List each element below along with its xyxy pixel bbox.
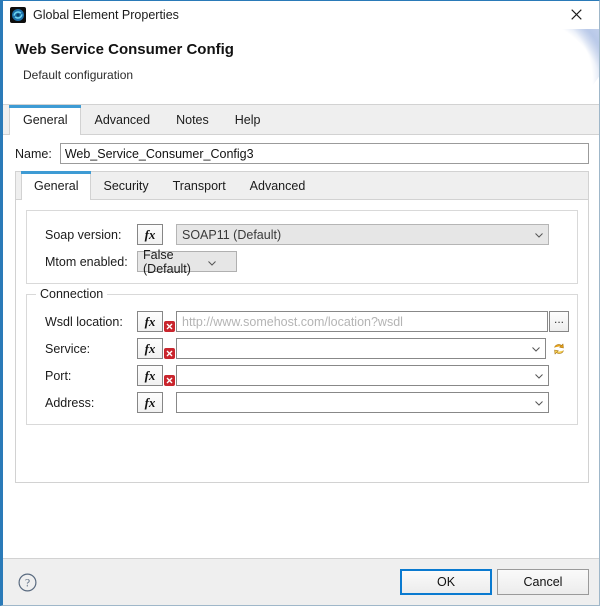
outer-tab-bar: General Advanced Notes Help [3, 105, 599, 135]
inner-tab-security-label: Security [103, 179, 148, 193]
wsdl-location-row: Wsdl location: fx ... [35, 308, 569, 335]
inner-tab-bar: General Security Transport Advanced [15, 171, 589, 199]
tab-general-label: General [23, 113, 67, 127]
name-input[interactable] [60, 143, 589, 164]
tab-general[interactable]: General [9, 105, 81, 135]
chevron-down-icon [208, 255, 216, 269]
service-row: Service: fx [35, 335, 569, 362]
service-fx-button[interactable]: fx [137, 338, 163, 359]
title-bar: Global Element Properties [3, 1, 599, 29]
tab-help[interactable]: Help [222, 105, 274, 134]
address-error-slot [163, 392, 176, 413]
error-icon [164, 375, 175, 386]
soap-version-label: Soap version: [35, 228, 137, 242]
svg-text:?: ? [25, 577, 30, 589]
connection-group-title: Connection [36, 287, 107, 301]
chevron-down-icon [535, 233, 542, 237]
app-icon [10, 7, 26, 23]
port-fx-button[interactable]: fx [137, 365, 163, 386]
service-label: Service: [35, 342, 137, 356]
inner-tab-general[interactable]: General [21, 172, 91, 200]
soap-version-value: SOAP11 (Default) [182, 228, 281, 242]
inner-tab-advanced-label: Advanced [250, 179, 306, 193]
error-icon [164, 321, 175, 332]
wsdl-location-label: Wsdl location: [35, 315, 137, 329]
inner-tab-transport-label: Transport [173, 179, 226, 193]
dialog-header: Web Service Consumer Config Default conf… [3, 29, 599, 105]
address-combo[interactable] [176, 392, 549, 413]
port-label: Port: [35, 369, 137, 383]
inner-tab-advanced[interactable]: Advanced [238, 172, 318, 199]
inner-tab-area: General Security Transport Advanced Soap… [15, 171, 589, 483]
name-row: Name: [3, 135, 599, 171]
soap-version-combo[interactable]: SOAP11 (Default) [176, 224, 549, 245]
mtom-enabled-combo[interactable]: False (Default) [137, 251, 237, 272]
error-icon [164, 348, 175, 359]
chevron-down-icon [535, 374, 542, 378]
address-row: Address: fx [35, 389, 569, 416]
cancel-button[interactable]: Cancel [497, 569, 589, 595]
inner-tab-transport[interactable]: Transport [161, 172, 238, 199]
name-label: Name: [15, 147, 52, 161]
page-title: Web Service Consumer Config [15, 41, 234, 58]
tab-notes-label: Notes [176, 113, 209, 127]
wsdl-location-input[interactable] [176, 311, 548, 332]
service-error-slot [163, 338, 176, 359]
global-element-properties-dialog: Global Element Properties Web Service Co… [0, 0, 600, 606]
help-icon[interactable]: ? [17, 572, 38, 593]
tab-notes[interactable]: Notes [163, 105, 222, 134]
address-fx-button[interactable]: fx [137, 392, 163, 413]
ok-button[interactable]: OK [400, 569, 492, 595]
inner-tab-security[interactable]: Security [91, 172, 160, 199]
service-refresh-icon[interactable] [549, 338, 569, 359]
soap-version-row: Soap version: fx SOAP11 (Default) [35, 221, 569, 248]
port-row: Port: fx [35, 362, 569, 389]
tab-advanced[interactable]: Advanced [81, 105, 163, 134]
address-label: Address: [35, 396, 137, 410]
soap-settings-group: Soap version: fx SOAP11 (Default) Mtom e… [26, 210, 578, 284]
page-subtitle: Default configuration [23, 68, 133, 82]
footer-buttons: OK Cancel [400, 569, 589, 595]
inner-tab-general-label: General [34, 179, 78, 193]
tab-help-label: Help [235, 113, 261, 127]
dialog-body: Name: General Security Transport Advance… [3, 135, 599, 574]
window-title: Global Element Properties [33, 8, 179, 22]
general-tab-panel: Soap version: fx SOAP11 (Default) Mtom e… [15, 199, 589, 483]
service-combo[interactable] [176, 338, 546, 359]
wsdl-location-fx-button[interactable]: fx [137, 311, 163, 332]
wsdl-location-browse-button[interactable]: ... [549, 311, 569, 332]
chevron-down-icon [535, 401, 542, 405]
chevron-down-icon [532, 347, 539, 351]
close-icon[interactable] [554, 1, 599, 27]
connection-group: Connection Wsdl location: fx ... [26, 294, 578, 425]
mtom-enabled-value: False (Default) [143, 248, 208, 276]
soap-version-fx-button[interactable]: fx [137, 224, 163, 245]
soap-version-error-slot [163, 224, 176, 245]
port-combo[interactable] [176, 365, 549, 386]
port-error-slot [163, 365, 176, 386]
tab-advanced-label: Advanced [94, 113, 150, 127]
mtom-enabled-label: Mtom enabled: [35, 255, 137, 269]
wsdl-location-error-slot [163, 311, 176, 332]
dialog-footer: ? OK Cancel [3, 558, 599, 605]
mtom-enabled-row: Mtom enabled: False (Default) [35, 248, 569, 275]
